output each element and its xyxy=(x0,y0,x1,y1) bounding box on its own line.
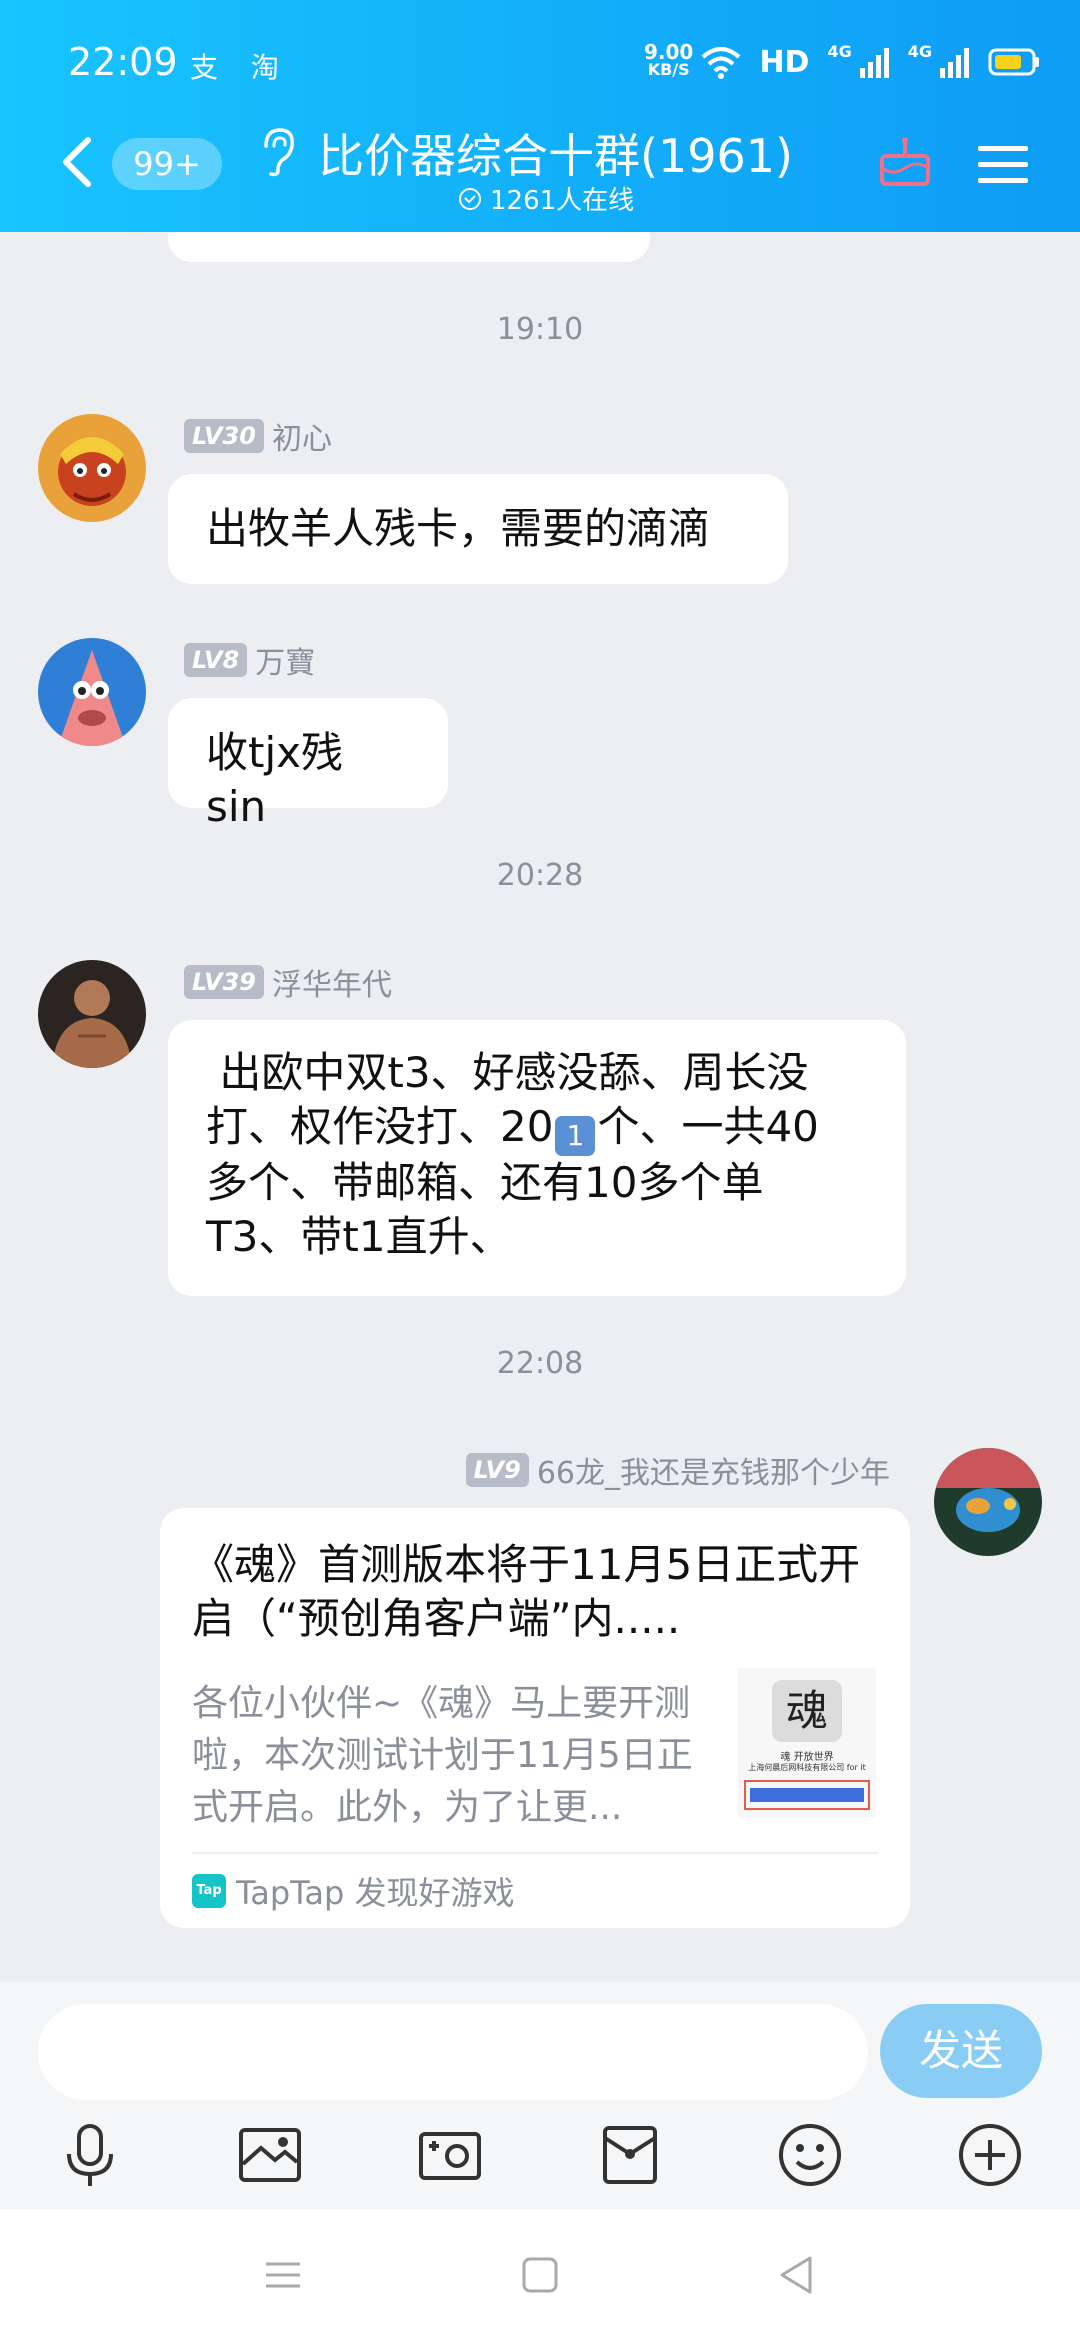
sender-name[interactable]: 万寶 xyxy=(255,638,315,682)
red-packet-icon[interactable] xyxy=(595,2120,665,2190)
shared-link-card[interactable]: 《魂》首测版本将于11月5日正式开启（“预创角客户端”内..... 各位小伙伴~… xyxy=(160,1508,910,1928)
level-badge: LV30 xyxy=(184,419,264,453)
cake-icon[interactable] xyxy=(878,134,932,188)
game-logo-text: 魂 xyxy=(785,1686,828,1735)
timestamp: 20:28 xyxy=(496,858,584,893)
signal-icon-1 xyxy=(859,48,889,78)
hd-indicator: HD xyxy=(759,44,810,80)
card-source-text: TapTap 发现好游戏 xyxy=(236,1874,515,1912)
home-icon[interactable] xyxy=(515,2250,565,2300)
message-text: 收tjx残 sin xyxy=(206,728,343,831)
ear-icon xyxy=(264,128,294,177)
unread-badge[interactable]: 99+ xyxy=(112,138,222,190)
avatar[interactable] xyxy=(934,1448,1042,1556)
card-thumbnail: 魂 魂 开放世界 上海何晨后网科技有限公司 for it xyxy=(738,1668,876,1818)
avatar-image xyxy=(38,414,146,522)
message-line: 多个、带邮箱、还有10多个单 xyxy=(206,1158,764,1207)
wifi-icon xyxy=(702,47,741,79)
online-count-text: 1261人在线 xyxy=(490,186,635,216)
camera-icon[interactable] xyxy=(415,2120,485,2190)
signal-icon-2 xyxy=(940,48,969,78)
message-bubble[interactable]: 出欧中双t3、好感没舔、周长没 打、权作没打、20 1 个、一共40 多个、带邮箱、… xyxy=(168,1020,906,1296)
menu-icon[interactable] xyxy=(978,144,1028,184)
game-logo: 魂 xyxy=(772,1680,842,1742)
emoji-icon[interactable] xyxy=(775,2120,845,2190)
card-source: Tap TapTap 发现好游戏 xyxy=(192,1868,515,1914)
message-line: 打、权作没打、20 1 个、一共40 xyxy=(206,1100,868,1156)
thumb-button xyxy=(744,1780,870,1810)
thumb-company: 上海何晨后网科技有限公司 for it xyxy=(748,1763,866,1772)
network-type-1: 4G xyxy=(827,42,852,61)
avatar-image xyxy=(38,638,146,746)
recent-apps-icon[interactable] xyxy=(258,2250,308,2300)
timestamp: 19:10 xyxy=(496,312,584,347)
avatar[interactable] xyxy=(38,414,146,522)
message-line: T3、带t1直升、 xyxy=(206,1212,512,1261)
message-line: 出欧中双t3、好感没舔、周长没 xyxy=(206,1048,809,1097)
system-nav-bar xyxy=(0,2210,1080,2340)
sender-info: LV30 初心 xyxy=(184,414,332,458)
level-badge: LV39 xyxy=(184,965,264,999)
message-text-segment: 个、一共40 xyxy=(597,1102,819,1151)
level-badge: LV9 xyxy=(465,1453,529,1487)
check-circle-icon xyxy=(459,187,481,210)
sender-info: LV39 浮华年代 xyxy=(184,960,392,1004)
timestamp: 22:08 xyxy=(496,1346,584,1381)
thumb-caption: 魂 开放世界 xyxy=(780,1752,834,1763)
level-badge: LV8 xyxy=(184,643,248,677)
sender-info: LV8 万寶 xyxy=(184,638,315,682)
send-button[interactable]: 发送 xyxy=(880,2004,1042,2098)
avatar[interactable] xyxy=(38,638,146,746)
sender-name[interactable]: 初心 xyxy=(272,414,332,458)
card-title: 《魂》首测版本将于11月5日正式开启（“预创角客户端”内..... xyxy=(192,1540,861,1643)
header: 22:09 支 淘 9.00 KB/S HD 4G 4G 99+ 比价器综合十群… xyxy=(0,0,1080,232)
avatar-image xyxy=(38,960,146,1068)
sender-info: LV9 66龙_我还是充钱那个少年 xyxy=(465,1448,890,1492)
avatar[interactable] xyxy=(38,960,146,1068)
network-speed: 9.00 KB/S xyxy=(644,42,693,78)
network-type-2: 4G xyxy=(907,42,932,61)
group-title[interactable]: 比价器综合十群(1961) xyxy=(318,120,793,186)
keycap-one-emoji: 1 xyxy=(555,1116,596,1156)
input-bar: 发送 xyxy=(0,1982,1080,2210)
sender-name[interactable]: 浮华年代 xyxy=(272,960,392,1004)
previous-message-bubble[interactable] xyxy=(168,232,650,262)
sender-name[interactable]: 66龙_我还是充钱那个少年 xyxy=(537,1448,890,1492)
message-bubble[interactable]: 出牧羊人残卡，需要的滴滴 xyxy=(168,474,788,584)
status-right: HD 4G 4G xyxy=(701,42,1040,82)
back-nav-icon[interactable] xyxy=(772,2250,822,2300)
message-input[interactable] xyxy=(38,2004,868,2100)
taptap-logo-icon: Tap xyxy=(192,1874,226,1908)
title-bar: 99+ 比价器综合十群(1961) 1261人在线 xyxy=(0,110,1080,230)
image-icon[interactable] xyxy=(235,2120,305,2190)
online-count: 1261人在线 xyxy=(458,180,634,217)
card-description: 各位小伙伴~《魂》马上要开测啦，本次测试计划于11月5日正式开启。此外，为了让更… xyxy=(192,1683,693,1828)
keycap-digit: 1 xyxy=(566,1119,585,1152)
avatar-image xyxy=(934,1448,1042,1556)
message-text: 出牧羊人残卡，需要的滴滴 xyxy=(206,504,711,553)
status-bar: 22:09 支 淘 9.00 KB/S HD 4G 4G xyxy=(0,0,1080,100)
message-bubble[interactable]: 收tjx残 sin xyxy=(168,698,448,831)
battery-icon xyxy=(988,48,1039,76)
speed-value: 9.00 xyxy=(644,40,694,64)
status-time: 22:09 xyxy=(68,40,178,84)
message-text-segment: 打、权作没打、20 xyxy=(206,1102,554,1151)
status-app-icons: 支 淘 xyxy=(190,51,291,84)
microphone-icon[interactable] xyxy=(55,2120,125,2190)
back-arrow-icon[interactable] xyxy=(52,132,102,192)
card-divider xyxy=(192,1852,878,1854)
chat-area[interactable]: 19:10 LV30 初心 出牧羊人残卡，需要的滴滴 LV8 万寶 收tjx残 … xyxy=(0,232,1080,1982)
speed-unit: KB/S xyxy=(647,60,690,79)
plus-icon[interactable] xyxy=(955,2120,1025,2190)
